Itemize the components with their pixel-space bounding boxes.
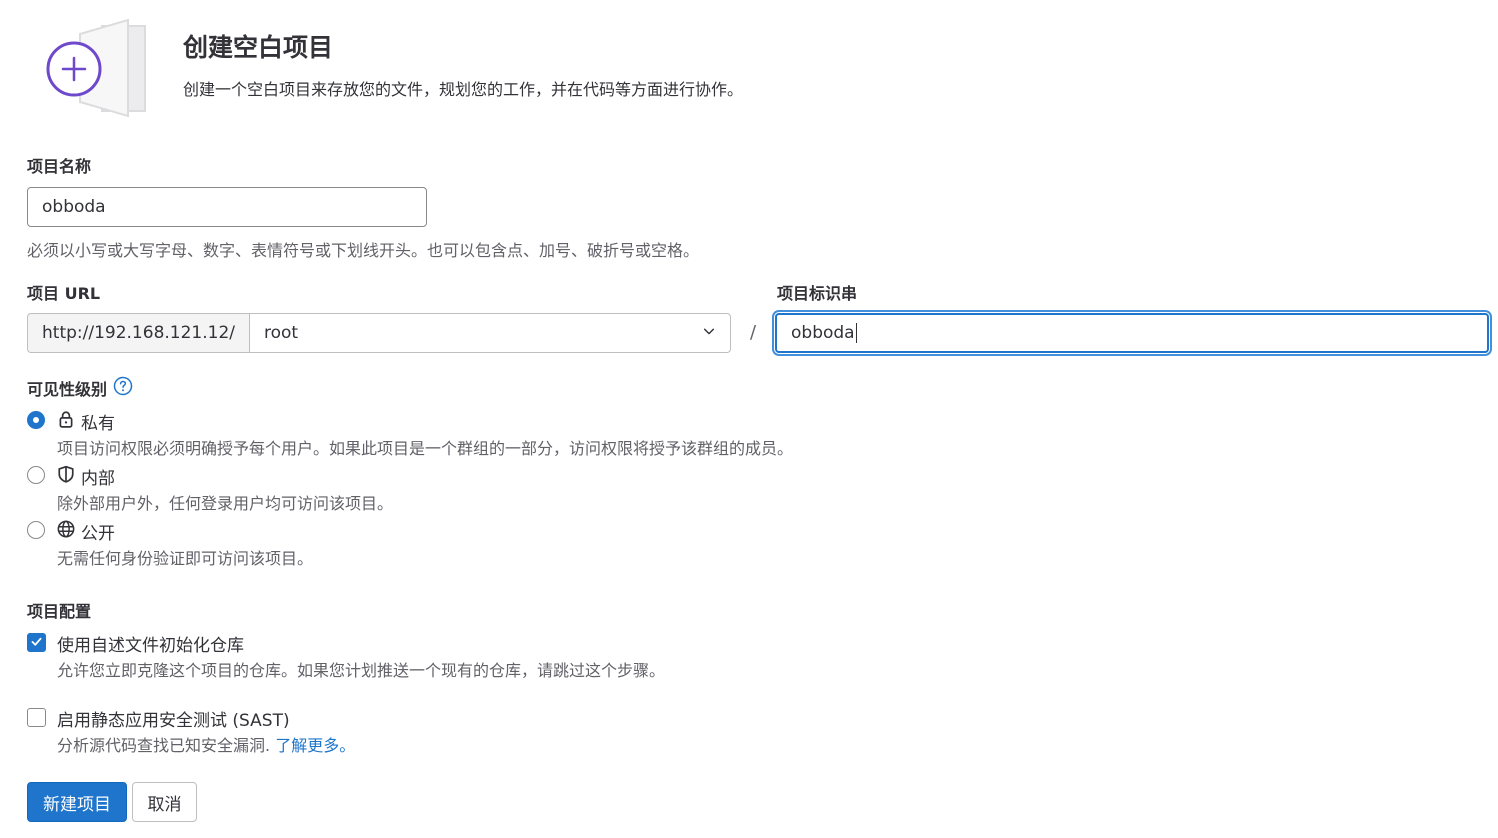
visibility-label: 可见性级别 — [27, 380, 108, 399]
globe-icon — [57, 520, 75, 543]
sast-help: 分析源代码查找已知安全漏洞. — [57, 736, 271, 755]
visibility-internal-option[interactable]: 内部 — [57, 464, 115, 489]
visibility-private-option[interactable]: 私有 — [57, 409, 115, 434]
project-url-label: 项目 URL — [27, 284, 101, 303]
cancel-button[interactable]: 取消 — [132, 782, 197, 822]
project-name-help: 必须以小写或大写字母、数字、表情符号或下划线开头。也可以包含点、加号、破折号或空… — [27, 241, 700, 260]
visibility-private-radio[interactable] — [27, 411, 45, 429]
visibility-internal-help: 除外部用户外，任何登录用户均可访问该项目。 — [57, 494, 394, 513]
sast-label[interactable]: 启用静态应用安全测试 (SAST) — [57, 706, 290, 731]
project-name-label: 项目名称 — [27, 157, 92, 176]
blank-project-illustration — [40, 16, 152, 122]
shield-icon — [57, 465, 75, 488]
visibility-private-help: 项目访问权限必须明确授予每个用户。如果此项目是一个群组的一部分，访问权限将授予该… — [57, 439, 794, 458]
namespace-select[interactable]: root — [249, 313, 731, 353]
page-description: 创建一个空白项目来存放您的文件，规划您的工作，并在代码等方面进行协作。 — [183, 80, 744, 99]
project-name-value: obboda — [42, 197, 106, 217]
readme-help: 允许您立即克隆这个项目的仓库。如果您计划推送一个现有的仓库，请跳过这个步骤。 — [57, 661, 666, 680]
readme-checkbox[interactable] — [27, 633, 46, 652]
url-separator: / — [750, 322, 757, 343]
check-icon — [30, 633, 43, 652]
visibility-public-option[interactable]: 公开 — [57, 519, 115, 544]
sast-help-row: 分析源代码查找已知安全漏洞. 了解更多。 — [57, 732, 355, 756]
sast-checkbox[interactable] — [27, 708, 46, 727]
visibility-internal-radio[interactable] — [27, 466, 45, 484]
namespace-value: root — [264, 323, 299, 343]
project-config-label: 项目配置 — [27, 602, 92, 621]
readme-label[interactable]: 使用自述文件初始化仓库 — [57, 631, 244, 656]
page-title: 创建空白项目 — [183, 33, 334, 62]
project-slug-label: 项目标识串 — [777, 284, 858, 303]
project-name-input[interactable]: obboda — [27, 187, 427, 227]
project-slug-input[interactable]: obboda — [775, 313, 1489, 353]
visibility-internal-label: 内部 — [81, 469, 115, 489]
project-slug-value: obboda — [791, 323, 855, 343]
learn-more-link[interactable]: 了解更多。 — [275, 736, 355, 755]
create-project-button[interactable]: 新建项目 — [27, 782, 127, 822]
visibility-heading: 可见性级别 — [27, 376, 133, 400]
project-url-group: http://192.168.121.12/ root — [27, 313, 731, 353]
chevron-down-icon — [702, 323, 716, 343]
help-icon[interactable] — [113, 376, 133, 400]
visibility-private-label: 私有 — [81, 414, 115, 434]
visibility-public-help: 无需任何身份验证即可访问该项目。 — [57, 549, 314, 568]
visibility-public-label: 公开 — [81, 524, 115, 544]
visibility-public-radio[interactable] — [27, 521, 45, 539]
lock-icon — [57, 410, 75, 433]
text-caret — [855, 323, 857, 343]
url-prefix: http://192.168.121.12/ — [27, 313, 249, 353]
